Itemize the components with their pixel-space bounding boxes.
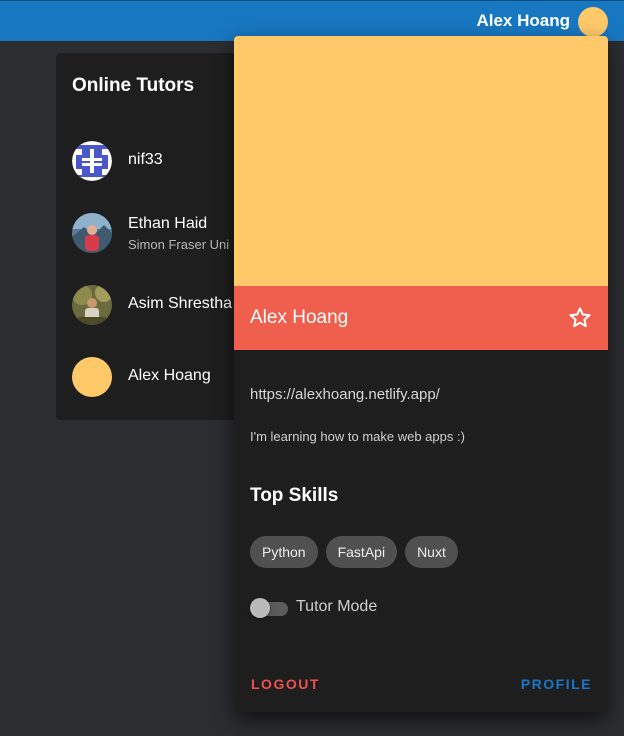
switch-thumb[interactable] xyxy=(250,598,270,618)
tutor-list-item[interactable]: nif33 xyxy=(56,126,256,196)
tutor-photo-avatar xyxy=(72,213,112,253)
top-skills-heading: Top Skills xyxy=(250,485,339,506)
profile-button[interactable]: PROFILE xyxy=(521,676,592,692)
tutor-name: Asim Shrestha xyxy=(128,295,233,312)
current-user-avatar[interactable] xyxy=(578,7,608,37)
skills-chip-group: Python FastApi Nuxt xyxy=(250,536,458,568)
tutor-name: Ethan Haid xyxy=(128,215,208,232)
current-user-name[interactable]: Alex Hoang xyxy=(476,11,570,31)
tutor-mode-label: Tutor Mode xyxy=(296,598,378,615)
profile-bio: I'm learning how to make web apps :) xyxy=(250,429,465,444)
skill-chip-nuxt[interactable]: Nuxt xyxy=(405,536,458,568)
profile-header: Alex Hoang xyxy=(234,286,608,350)
tutor-subtitle: Simon Fraser Uni xyxy=(128,237,230,252)
star-outline-icon[interactable] xyxy=(567,305,593,331)
skill-chip-fastapi[interactable]: FastApi xyxy=(325,536,398,568)
logout-button[interactable]: LOGOUT xyxy=(251,676,320,692)
tutor-name: nif33 xyxy=(128,151,163,168)
profile-menu-card: Alex Hoang https://alexhoang.netlify.app… xyxy=(234,36,608,712)
profile-name: Alex Hoang xyxy=(250,307,349,328)
tutor-list-item[interactable]: Alex Hoang xyxy=(56,342,256,412)
website-link[interactable]: https://alexhoang.netlify.app/ xyxy=(250,386,440,403)
profile-banner xyxy=(234,36,608,286)
tutor-list-item[interactable]: Ethan Haid Simon Fraser Uni xyxy=(56,198,256,268)
app-bar: Alex Hoang xyxy=(0,0,624,41)
online-tutors-title: Online Tutors xyxy=(72,75,195,96)
online-tutors-card: Online Tutors nif33 Ethan Haid Simon Fra… xyxy=(56,53,256,420)
tutor-name: Alex Hoang xyxy=(128,367,211,384)
skill-chip-python[interactable]: Python xyxy=(250,536,318,568)
tutor-photo-avatar xyxy=(72,285,112,325)
tutor-color-avatar xyxy=(72,357,112,397)
identicon-icon xyxy=(72,141,112,181)
tutor-list-item[interactable]: Asim Shrestha xyxy=(56,270,256,340)
